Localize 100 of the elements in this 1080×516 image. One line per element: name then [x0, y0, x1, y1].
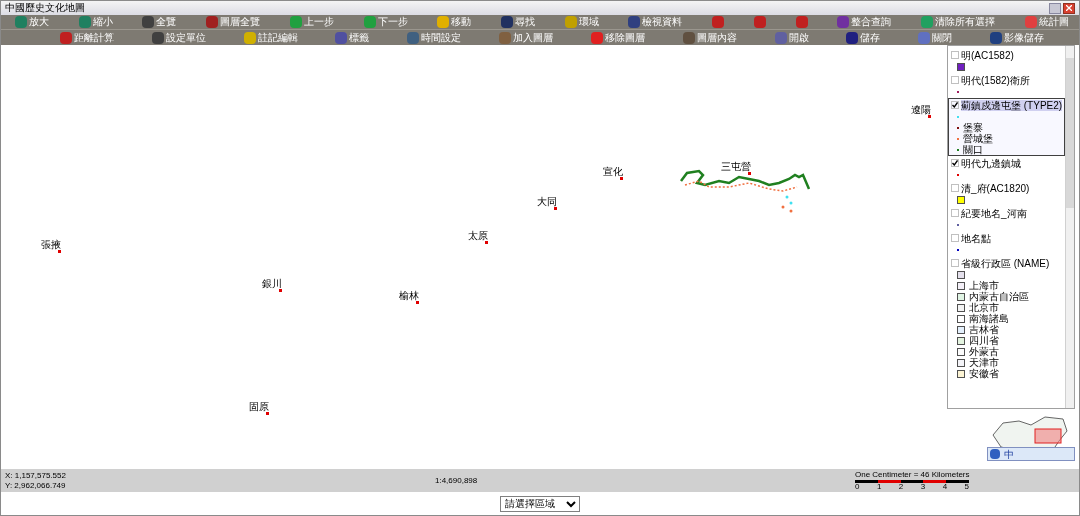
- layer-name[interactable]: 紀要地名_河南: [961, 207, 1027, 219]
- toolbar-button[interactable]: 全覽: [140, 16, 179, 28]
- toolbar-button[interactable]: 移除圖層: [588, 31, 647, 44]
- legend-label: 天津市: [969, 357, 999, 368]
- legend-label: 堡寨: [963, 122, 983, 133]
- toolbar-button[interactable]: 註記編輯: [241, 31, 300, 44]
- layer-name[interactable]: 薊鎮戍邊屯堡 (TYPE2): [961, 99, 1063, 111]
- toolbar-button[interactable]: 縮小: [76, 16, 115, 28]
- map-scale: 1:4,690,898: [435, 474, 478, 487]
- scale-tick: 2: [898, 482, 904, 491]
- place-label: 張掖: [41, 239, 61, 250]
- city-marker: [620, 177, 623, 180]
- layer-name[interactable]: 省級行政區 (NAME): [961, 257, 1050, 269]
- scale-tick: 0: [855, 482, 860, 491]
- legend-label: 南海諸島: [969, 313, 1009, 324]
- tool-icon: [289, 16, 302, 28]
- close-button[interactable]: [1063, 2, 1075, 14]
- legend-label: 北京市: [969, 302, 999, 313]
- place-label: 銀川: [262, 278, 282, 289]
- toolbar-button[interactable]: 關閉: [916, 31, 955, 44]
- scale-tick: 1: [876, 482, 882, 491]
- tool-icon: [921, 16, 934, 28]
- y-coordinate: Y: 2,962,066.749: [5, 480, 67, 491]
- tool-icon: [1024, 16, 1037, 28]
- place-label: 榆林: [399, 290, 419, 301]
- window-title: 中國歷史文化地圖: [5, 2, 85, 14]
- region-select[interactable]: 請選擇區域: [500, 495, 580, 512]
- layer-name[interactable]: 明(AC1582): [961, 49, 1014, 61]
- x-coordinate: X: 1,157,575.552: [5, 470, 67, 481]
- legend-label: 四川省: [969, 335, 999, 346]
- toolbar-button[interactable]: 影像儲存: [988, 31, 1046, 44]
- city-marker: [554, 207, 557, 210]
- layer-name[interactable]: 明代九邊鎮城: [961, 157, 1021, 169]
- scrollbar[interactable]: [1065, 46, 1074, 408]
- city-marker: [279, 289, 282, 292]
- legend-label: 營城堡: [963, 133, 993, 144]
- tool-icon: [837, 16, 850, 28]
- toolbar-button[interactable]: 圖層全覽: [204, 16, 263, 28]
- place-label: 大同: [537, 196, 557, 207]
- tool-icon: [918, 31, 931, 44]
- toolbar-button[interactable]: 整合查詢: [835, 16, 894, 28]
- place-label: 太原: [468, 230, 488, 241]
- toolbar-button[interactable]: 檢視資料: [626, 16, 685, 28]
- layer-name[interactable]: 地名點: [961, 232, 991, 244]
- toolbar-button[interactable]: 儲存: [844, 31, 883, 44]
- search-icon[interactable]: [990, 449, 1000, 459]
- tool-icon: [499, 31, 512, 44]
- tool-icon: [363, 16, 376, 28]
- city-marker: [416, 301, 419, 304]
- check-icon: [952, 102, 958, 108]
- tool-icon: [206, 16, 219, 28]
- check-icon: [952, 160, 958, 166]
- city-marker: [485, 241, 488, 244]
- tool-icon: [437, 16, 450, 28]
- toolbar-button[interactable]: 移動: [435, 16, 474, 28]
- legend-label: 關口: [963, 144, 983, 155]
- scale-caption: One Centimeter = 46 Kilometers: [855, 470, 969, 479]
- scale-tick: 3: [920, 482, 926, 491]
- place-label: 宣化: [603, 166, 623, 177]
- place-label: 固原: [249, 401, 269, 412]
- layer-checkbox[interactable]: [951, 101, 959, 109]
- city-marker: [266, 412, 269, 415]
- tool-icon: [59, 31, 72, 44]
- tool-icon: [628, 16, 641, 28]
- toolbar-button[interactable]: 環域: [562, 16, 601, 28]
- toolbar-button[interactable]: 標籤: [333, 31, 372, 44]
- tool-icon: [407, 31, 420, 44]
- close-icon: [1066, 5, 1072, 11]
- toolbar-button[interactable]: 尋找: [499, 16, 538, 28]
- toolbar-button[interactable]: 放大: [13, 16, 51, 28]
- ime-mode[interactable]: 中: [1004, 448, 1014, 460]
- toolbar-button[interactable]: 上一步: [287, 16, 336, 28]
- legend-label: 吉林省: [969, 324, 999, 335]
- toolbar-button[interactable]: 加入圖層: [497, 31, 556, 44]
- layer-name[interactable]: 清_府(AC1820): [961, 182, 1030, 194]
- toolbar-button[interactable]: 統計圖: [1022, 16, 1071, 28]
- tool-icon: [990, 31, 1002, 44]
- tool-icon: [151, 31, 164, 44]
- toolbar-button[interactable]: 圖層內容: [680, 31, 739, 44]
- tool-icon: [590, 31, 603, 44]
- place-label: 遼陽: [911, 104, 931, 115]
- scale-tick: 4: [942, 482, 948, 491]
- layer-name[interactable]: 明代(1582)衛所: [961, 74, 1030, 86]
- tool-icon: [501, 16, 514, 28]
- toolbar-button[interactable]: 下一步: [361, 16, 410, 28]
- tool-icon: [564, 16, 577, 28]
- tool-icon: [142, 16, 155, 28]
- tool-icon: [335, 31, 348, 44]
- toolbar-button[interactable]: 設定單位: [149, 31, 208, 44]
- toolbar-button[interactable]: 時間設定: [405, 31, 464, 44]
- legend-label: 外蒙古: [969, 346, 999, 357]
- scale-tick: 5: [964, 482, 969, 491]
- city-marker: [928, 115, 931, 118]
- toolbar-button[interactable]: 清除所有選擇: [919, 16, 998, 28]
- tool-icon: [682, 31, 695, 44]
- toolbar-button[interactable]: 距離計算: [57, 31, 116, 44]
- toolbar-button[interactable]: 開啟: [772, 31, 811, 44]
- tool-icon: [15, 16, 27, 28]
- tool-icon: [243, 31, 256, 44]
- layer-checkbox[interactable]: [951, 159, 959, 167]
